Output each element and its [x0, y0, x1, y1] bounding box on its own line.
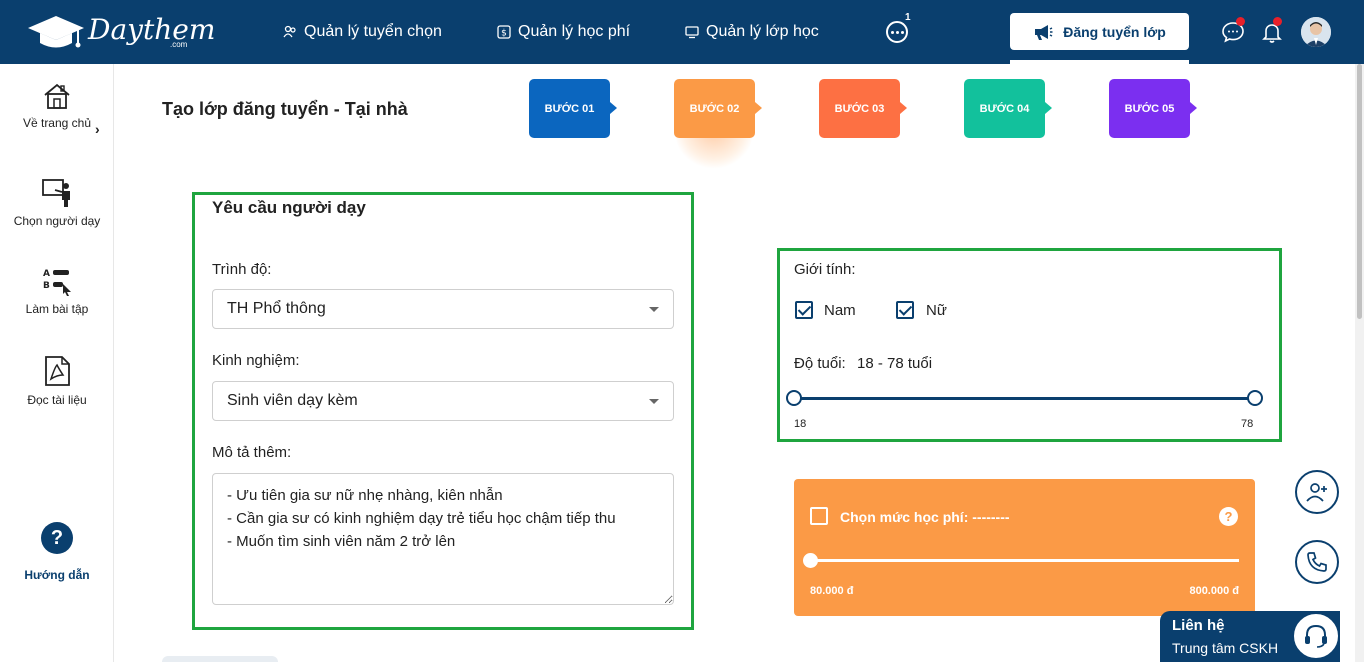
fee-slider-track[interactable] [810, 559, 1239, 562]
male-label[interactable]: Nam [824, 302, 856, 319]
bottom-partial-tab [162, 656, 278, 662]
age-min-label: 18 [794, 418, 807, 430]
home-icon [44, 83, 70, 109]
caret-down-icon [649, 307, 659, 312]
help-label[interactable]: Hướng dẫn [0, 568, 114, 582]
fee-slider-handle[interactable] [803, 553, 818, 568]
question-icon[interactable]: ? [1219, 507, 1238, 526]
nav-label: Quản lý lớp học [706, 23, 819, 40]
help-icon[interactable]: ? [41, 522, 73, 554]
logo-subtext: .com [170, 40, 188, 49]
female-label[interactable]: Nữ [926, 302, 947, 319]
level-select[interactable]: TH Phổ thông [212, 289, 674, 329]
post-class-button[interactable]: Đăng tuyển lớp [1010, 13, 1189, 50]
svg-text:A: A [43, 269, 50, 279]
sidebar-item-label: Làm bài tập [25, 302, 89, 316]
experience-value: Sinh viên dạy kèm [227, 392, 358, 409]
sidebar-item-exercise[interactable]: AB Làm bài tập [0, 266, 114, 316]
monitor-icon [685, 26, 699, 39]
fee-min-label: 80.000 đ [810, 585, 854, 597]
active-tab-indicator [1010, 60, 1189, 64]
section-title: Yêu cầu người dạy [212, 198, 366, 217]
sidebar-item-label: Về trang chủ [22, 116, 92, 130]
contact-title: Liên hệ [1172, 617, 1225, 634]
sidebar-item-label: Chọn người dạy [13, 214, 101, 228]
megaphone-icon [1035, 24, 1053, 40]
user-avatar[interactable] [1301, 17, 1331, 47]
nav-tuition[interactable]: $ Quản lý học phí [497, 0, 630, 64]
headset-icon [1292, 612, 1340, 660]
svg-text:$: $ [501, 29, 507, 39]
avatar-image [1301, 17, 1331, 47]
experience-select[interactable]: Sinh viên dạy kèm [212, 381, 674, 421]
fee-label[interactable]: Chọn mức học phí: -------- [840, 509, 1010, 525]
nav-recruitment[interactable]: Quản lý tuyển chọn [283, 0, 442, 64]
svg-text:B: B [43, 281, 50, 291]
more-count-badge: 1 [905, 12, 911, 23]
graduation-cap-icon [28, 16, 84, 48]
age-value: 18 - 78 tuổi [857, 355, 933, 372]
pdf-icon [45, 356, 70, 386]
phone-icon [1307, 552, 1327, 572]
experience-label: Kinh nghiệm: [212, 352, 300, 369]
nav-label: Quản lý học phí [518, 23, 631, 40]
chat-unread-dot [1236, 17, 1245, 26]
sidebar-item-label: Đọc tài liệu [27, 393, 87, 407]
tuition-fee-panel: Chọn mức học phí: -------- ? 80.000 đ 80… [794, 479, 1255, 616]
step-4[interactable]: BƯỚC 04 [964, 79, 1052, 138]
male-checkbox[interactable] [795, 301, 813, 319]
female-checkbox[interactable] [896, 301, 914, 319]
contact-subtitle: Trung tâm CSKH [1172, 640, 1279, 656]
gender-label: Giới tính: [794, 261, 856, 278]
teacher-board-icon [42, 179, 70, 207]
customer-support-widget[interactable]: Liên hệ Trung tâm CSKH [1160, 611, 1340, 662]
nav-classes[interactable]: Quản lý lớp học [685, 0, 819, 64]
step-5[interactable]: BƯỚC 05 [1109, 79, 1197, 138]
caret-down-icon [649, 399, 659, 404]
more-menu-icon[interactable] [886, 21, 908, 43]
fee-max-label: 800.000 đ [1189, 585, 1239, 597]
call-button[interactable] [1295, 540, 1339, 584]
step-2[interactable]: BƯỚC 02 [674, 79, 762, 138]
add-user-icon [1306, 483, 1327, 502]
top-header: Daythem .com Quản lý tuyển chọn $ Quản l… [0, 0, 1364, 64]
page-title: Tạo lớp đăng tuyển - Tại nhà [162, 99, 408, 119]
age-max-label: 78 [1241, 418, 1254, 430]
step-3[interactable]: BƯỚC 03 [819, 79, 907, 138]
quiz-icon: AB [43, 269, 71, 296]
dollar-icon: $ [497, 25, 511, 39]
age-range-track[interactable] [794, 397, 1256, 400]
sidebar-item-choose-teacher[interactable]: Chọn người dạy [0, 178, 114, 228]
chevron-right-icon: › [95, 121, 100, 137]
notification-dot [1273, 17, 1282, 26]
description-textarea[interactable] [212, 473, 674, 605]
scrollbar-thumb[interactable] [1357, 64, 1362, 319]
add-user-button[interactable] [1295, 470, 1339, 514]
nav-label: Quản lý tuyển chọn [304, 23, 442, 40]
age-label: Độ tuổi: [794, 355, 846, 372]
level-label: Trình độ: [212, 261, 272, 278]
sidebar-item-documents[interactable]: Đọc tài liệu [0, 355, 114, 407]
users-icon [283, 25, 296, 38]
step-1[interactable]: BƯỚC 01 [529, 79, 617, 138]
fee-checkbox[interactable] [810, 507, 828, 525]
description-label: Mô tả thêm: [212, 444, 292, 461]
logo-text: Daythem [88, 12, 216, 46]
level-value: TH Phổ thông [227, 300, 326, 317]
age-max-handle[interactable] [1247, 390, 1263, 406]
age-min-handle[interactable] [786, 390, 802, 406]
post-class-label: Đăng tuyển lớp [1063, 23, 1166, 40]
